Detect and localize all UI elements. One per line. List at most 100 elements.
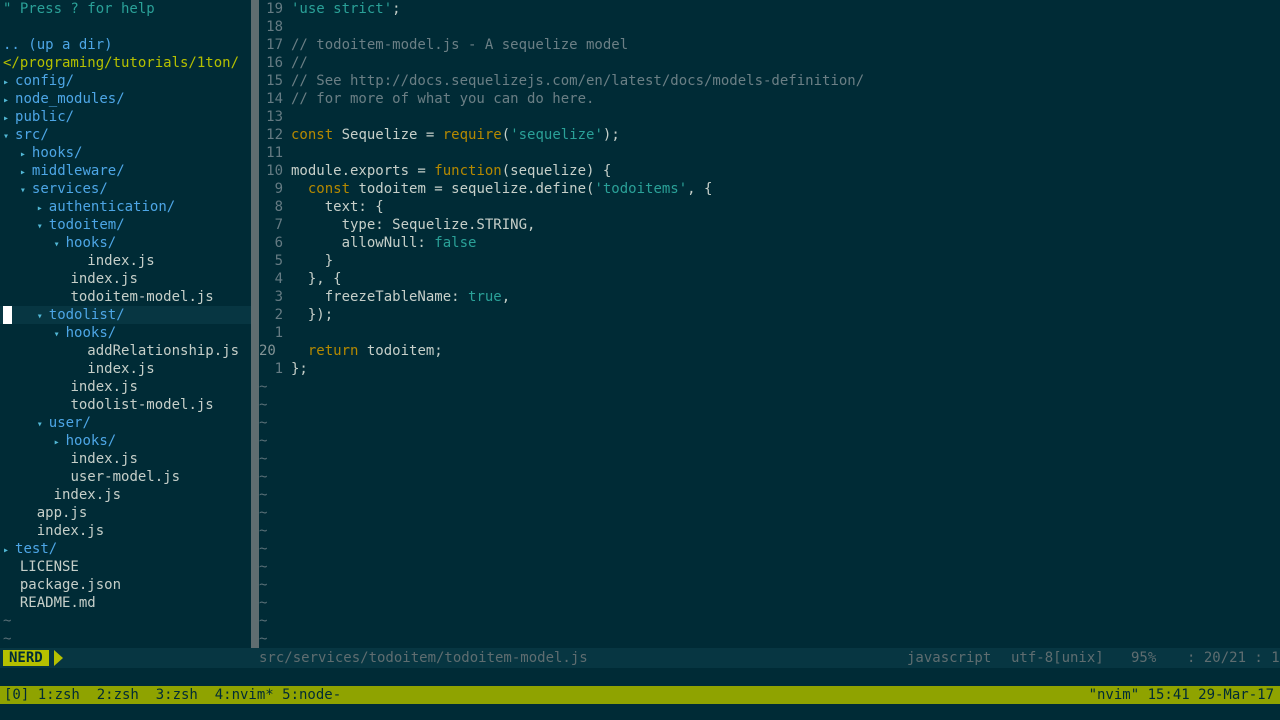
tree-file-item[interactable]: index.js bbox=[0, 270, 251, 288]
nerdtree-blank bbox=[0, 18, 251, 36]
code-line[interactable]: 2 }); bbox=[259, 306, 1280, 324]
code-line[interactable]: 10 module.exports = function(sequelize) { bbox=[259, 162, 1280, 180]
code-line[interactable]: 16 // bbox=[259, 54, 1280, 72]
code-line[interactable]: 19'use strict'; bbox=[259, 0, 1280, 18]
chevron-right-icon[interactable]: ▸ bbox=[37, 203, 49, 214]
empty-line-tilde: ~ bbox=[259, 595, 268, 611]
code-line[interactable]: 18 bbox=[259, 18, 1280, 36]
tree-dir-item[interactable]: ▸ middleware/ bbox=[0, 162, 251, 180]
code-text: return todoitem; bbox=[291, 342, 1280, 360]
nerdtree-help: " Press ? for help bbox=[3, 1, 155, 17]
code-line[interactable]: 20 return todoitem; bbox=[259, 342, 1280, 360]
code-line[interactable]: 3 freezeTableName: true, bbox=[259, 288, 1280, 306]
tree-file-item[interactable]: app.js bbox=[0, 504, 251, 522]
code-text: 'use strict'; bbox=[283, 0, 1280, 18]
tree-dir-item[interactable]: ▾ user/ bbox=[0, 414, 251, 432]
tree-dir-item[interactable]: ▸ hooks/ bbox=[0, 144, 251, 162]
chevron-right-icon[interactable]: ▸ bbox=[54, 437, 66, 448]
tree-item-label: index.js bbox=[53, 487, 122, 503]
tree-file-item[interactable]: index.js bbox=[0, 522, 251, 540]
tree-file-item[interactable]: README.md bbox=[0, 594, 251, 612]
status-encoding: utf-8[unix] bbox=[1011, 650, 1104, 666]
tree-file-item[interactable]: index.js bbox=[0, 252, 251, 270]
tree-dir-item[interactable]: ▸ authentication/ bbox=[0, 198, 251, 216]
chevron-down-icon[interactable]: ▾ bbox=[54, 329, 66, 340]
code-line[interactable]: 6 allowNull: false bbox=[259, 234, 1280, 252]
tree-file-item[interactable]: index.js bbox=[0, 486, 251, 504]
code-line[interactable]: 17 // todoitem-model.js - A sequelize mod… bbox=[259, 36, 1280, 54]
tree-dir-item[interactable]: ▾ services/ bbox=[0, 180, 251, 198]
chevron-right-icon[interactable]: ▸ bbox=[3, 113, 15, 124]
tree-file-item[interactable]: package.json bbox=[0, 576, 251, 594]
tree-dir-item[interactable]: ▾ hooks/ bbox=[0, 324, 251, 342]
chevron-down-icon[interactable]: ▾ bbox=[54, 239, 66, 250]
chevron-down-icon[interactable]: ▾ bbox=[3, 131, 15, 142]
tree-file-item[interactable]: todolist-model.js bbox=[0, 396, 251, 414]
nerdtree-root[interactable]: </programing/tutorials/1ton/ bbox=[0, 54, 251, 72]
tree-file-item[interactable]: todoitem-model.js bbox=[0, 288, 251, 306]
nerdtree-panel[interactable]: " Press ? for help .. (up a dir) </progr… bbox=[0, 0, 251, 648]
code-line[interactable]: 7 type: Sequelize.STRING, bbox=[259, 216, 1280, 234]
code-line[interactable]: 5 } bbox=[259, 252, 1280, 270]
code-line[interactable]: 12 const Sequelize = require('sequelize')… bbox=[259, 126, 1280, 144]
status-percent: 95% bbox=[1131, 650, 1157, 666]
code-token: // bbox=[291, 55, 308, 71]
chevron-right-icon[interactable]: ▸ bbox=[3, 77, 15, 88]
tree-dir-item[interactable]: ▸ config/ bbox=[0, 72, 251, 90]
tree-file-item[interactable]: user-model.js bbox=[0, 468, 251, 486]
code-token: 'sequelize' bbox=[510, 127, 603, 143]
code-token: const bbox=[291, 127, 334, 143]
nerdtree-up-dir[interactable]: .. (up a dir) bbox=[0, 36, 251, 54]
chevron-down-icon[interactable]: ▾ bbox=[37, 221, 49, 232]
code-line[interactable]: 13 bbox=[259, 108, 1280, 126]
code-token: require bbox=[442, 127, 502, 143]
chevron-down-icon[interactable]: ▾ bbox=[37, 311, 49, 322]
code-line[interactable]: 14 // for more of what you can do here. bbox=[259, 90, 1280, 108]
chevron-right-icon[interactable]: ▸ bbox=[20, 167, 32, 178]
tmux-window-list[interactable]: [0] 1:zsh 2:zsh 3:zsh 4:nvim* 5:node- bbox=[4, 686, 341, 704]
tree-item-label: index.js bbox=[70, 379, 138, 395]
chevron-right-icon[interactable]: ▸ bbox=[3, 95, 15, 106]
tree-dir-item[interactable]: ▾ todolist/ bbox=[0, 306, 251, 324]
chevron-down-icon[interactable]: ▾ bbox=[37, 419, 49, 430]
tree-dir-item[interactable]: ▸ node_modules/ bbox=[0, 90, 251, 108]
tree-file-item[interactable]: addRelationship.js bbox=[0, 342, 251, 360]
tree-item-label: addRelationship.js bbox=[87, 343, 240, 359]
tree-dir-item[interactable]: ▾ todoitem/ bbox=[0, 216, 251, 234]
tree-dir-item[interactable]: ▾ hooks/ bbox=[0, 234, 251, 252]
empty-line-tilde: ~ bbox=[259, 469, 268, 485]
code-line[interactable]: 1}; bbox=[259, 360, 1280, 378]
tree-item-label: README.md bbox=[19, 595, 96, 611]
tree-file-item[interactable]: index.js bbox=[0, 360, 251, 378]
chevron-right-icon[interactable]: ▸ bbox=[20, 149, 32, 160]
code-line[interactable]: 15 // See http://docs.sequelizejs.com/en/… bbox=[259, 72, 1280, 90]
tree-dir-item[interactable]: ▸ public/ bbox=[0, 108, 251, 126]
command-line[interactable] bbox=[0, 668, 1280, 686]
tree-dir-item[interactable]: ▸ test/ bbox=[0, 540, 251, 558]
tree-item-label: user-model.js bbox=[70, 469, 181, 485]
code-line[interactable]: 8 text: { bbox=[259, 198, 1280, 216]
tree-file-item[interactable]: index.js bbox=[0, 450, 251, 468]
code-line[interactable]: 4 }, { bbox=[259, 270, 1280, 288]
tree-file-item[interactable]: index.js bbox=[0, 378, 251, 396]
code-line[interactable]: 11 bbox=[259, 144, 1280, 162]
chevron-down-icon[interactable]: ▾ bbox=[20, 185, 32, 196]
code-line[interactable]: 1 bbox=[259, 324, 1280, 342]
tree-dir-item[interactable]: ▸ hooks/ bbox=[0, 432, 251, 450]
code-text: // for more of what you can do here. bbox=[283, 90, 1280, 108]
vertical-split-separator[interactable] bbox=[251, 0, 259, 648]
tree-file-item[interactable]: LICENSE bbox=[0, 558, 251, 576]
chevron-right-icon[interactable]: ▸ bbox=[3, 545, 15, 556]
editor-buffer[interactable]: 19'use strict'; 18 17// todoitem-model.js … bbox=[259, 0, 1280, 648]
empty-line-tilde: ~ bbox=[259, 631, 268, 647]
code-line[interactable]: 9 const todoitem = sequelize.define('tod… bbox=[259, 180, 1280, 198]
tree-dir-item[interactable]: ▾ src/ bbox=[0, 126, 251, 144]
